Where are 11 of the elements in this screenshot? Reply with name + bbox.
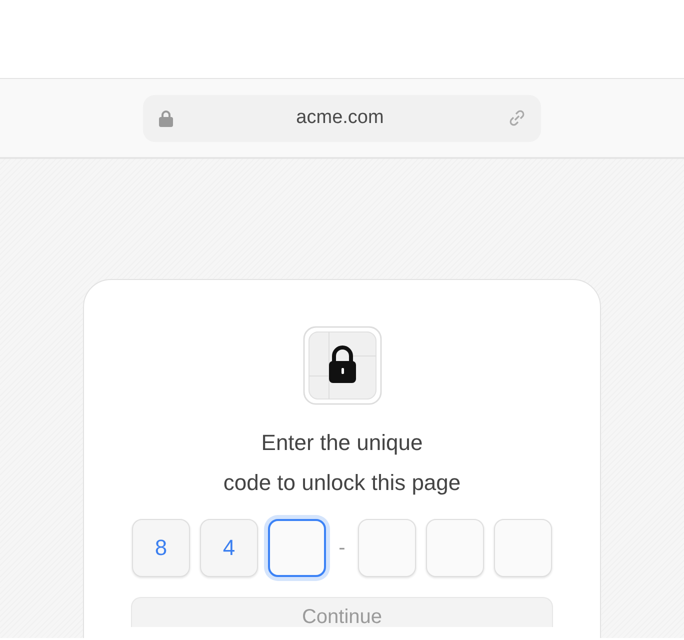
code-digit-field[interactable]: 8 bbox=[132, 519, 190, 577]
unlock-prompt-line: Enter the unique bbox=[261, 429, 423, 457]
address-bar[interactable]: acme.com bbox=[143, 94, 541, 142]
lock-icon bbox=[159, 110, 173, 126]
separator-dash: - bbox=[338, 536, 346, 561]
code-digit-field[interactable]: 4 bbox=[200, 519, 258, 577]
padlock-icon bbox=[302, 326, 382, 405]
unlock-prompt-line: code to unlock this page bbox=[223, 469, 461, 497]
code-digit-field[interactable] bbox=[268, 519, 326, 577]
url-text: acme.com bbox=[295, 106, 385, 130]
link-icon[interactable] bbox=[507, 108, 527, 128]
